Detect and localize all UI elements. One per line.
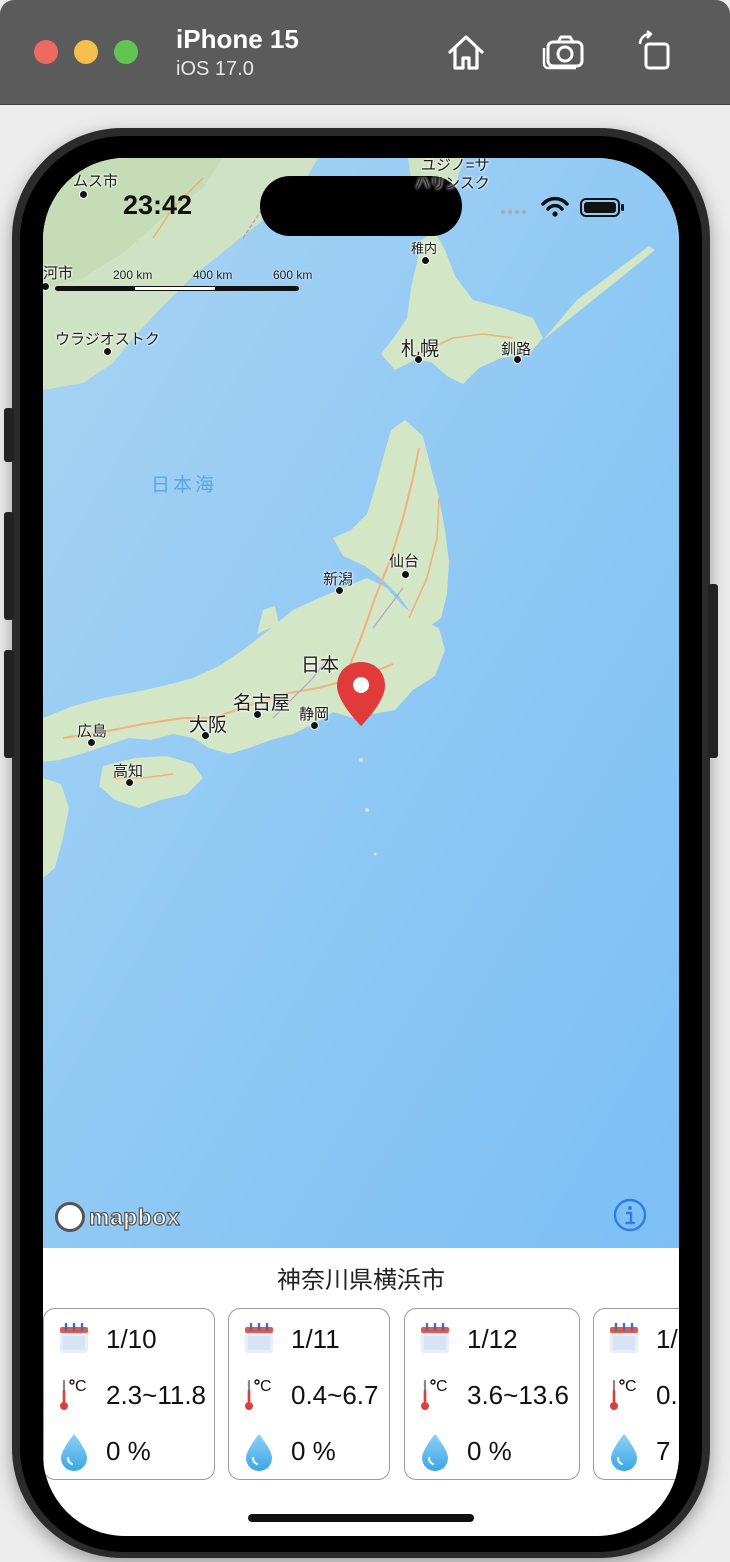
forecast-date: 1/12: [467, 1323, 518, 1354]
forecast-precipitation: 0 %: [106, 1435, 151, 1466]
city-dot: [253, 710, 262, 719]
thermometer-icon: C: [604, 1375, 644, 1415]
map-label-city: ムス市: [73, 173, 119, 190]
forecast-temperature: 0.4~6.7: [291, 1379, 379, 1410]
zoom-window-button[interactable]: [114, 40, 138, 64]
power-button[interactable]: [708, 584, 718, 758]
city-dot: [513, 355, 522, 364]
raindrop-icon: [604, 1431, 644, 1471]
raindrop-icon: [54, 1431, 94, 1471]
volume-down-button[interactable]: [4, 650, 14, 758]
mapbox-logo-text: mapbox: [88, 1203, 181, 1230]
minimize-window-button[interactable]: [74, 40, 98, 64]
battery-icon: [580, 198, 624, 217]
home-indicator[interactable]: [248, 1514, 474, 1522]
forecast-temperature: 3.6~13.6: [467, 1379, 569, 1410]
volume-up-button[interactable]: [4, 512, 14, 620]
thermometer-icon: C: [239, 1375, 279, 1415]
status-bar-icons: [499, 192, 629, 225]
scale-label-200: 200 km: [113, 268, 153, 282]
city-dot: [103, 347, 112, 356]
city-dot: [335, 586, 344, 595]
svg-text:C: C: [75, 1378, 87, 1395]
map-label-nagoya: 名古屋: [233, 693, 291, 714]
forecast-precipitation: 7: [656, 1435, 671, 1466]
forecast-panel: 神奈川県横浜市 1/10 C 2.3~11.8 0 % 1/11 C 0.4~6.7…: [43, 1248, 679, 1536]
close-window-button[interactable]: [34, 40, 58, 64]
city-dot: [125, 778, 134, 787]
thermometer-icon: C: [415, 1375, 455, 1415]
cellular-signal-icon: [501, 210, 526, 214]
forecast-card[interactable]: 1/1 C 0. 7: [593, 1308, 679, 1480]
forecast-card[interactable]: 1/10 C 2.3~11.8 0 %: [43, 1308, 215, 1480]
forecast-card[interactable]: 1/12 C 3.6~13.6 0 %: [404, 1308, 580, 1480]
city-dot: [414, 355, 423, 364]
calendar-icon: [604, 1319, 644, 1359]
simulator-title-bar: iPhone 15 iOS 17.0: [0, 0, 730, 105]
calendar-icon: [54, 1319, 94, 1359]
forecast-temperature: 0.: [656, 1379, 678, 1410]
map-label-wakkanai: 稚内: [411, 241, 438, 256]
home-icon[interactable]: [442, 28, 490, 76]
raindrop-icon: [239, 1431, 279, 1471]
svg-text:C: C: [260, 1378, 272, 1395]
map-label-vladivostok: ウラジオストク: [55, 331, 160, 348]
forecast-temperature: 2.3~11.8: [106, 1379, 207, 1410]
thermometer-icon: C: [54, 1375, 94, 1415]
map-view[interactable]: 23:42 200 km 400 km 600 km ムス市 ユジノ=サ ハリン…: [43, 158, 679, 1248]
location-title: 神奈川県横浜市: [277, 1267, 445, 1294]
map-label-japan: 日本: [301, 655, 340, 676]
status-bar-time: 23:42: [123, 190, 193, 220]
screenshot-icon[interactable]: [540, 28, 588, 76]
mapbox-logo-icon: [55, 1202, 85, 1232]
map-label-city: ハリンスク: [415, 175, 490, 192]
city-dot: [401, 570, 410, 579]
raindrop-icon: [415, 1431, 455, 1471]
svg-text:C: C: [436, 1378, 448, 1395]
rotate-icon[interactable]: [632, 28, 680, 76]
scale-label-600: 600 km: [273, 268, 313, 282]
scale-label-400: 400 km: [193, 268, 233, 282]
map-label-sendai: 仙台: [389, 553, 420, 570]
attribution-info-icon[interactable]: [613, 1198, 647, 1232]
wifi-icon: [541, 196, 569, 217]
forecast-card[interactable]: 1/11 C 0.4~6.7 0 %: [228, 1308, 390, 1480]
city-dot: [201, 731, 210, 740]
map-label-sea-of-japan: 日本海: [151, 475, 218, 496]
action-button[interactable]: [4, 408, 14, 462]
city-dot: [87, 738, 96, 747]
forecast-date: 1/11: [291, 1323, 340, 1354]
svg-text:C: C: [625, 1378, 637, 1395]
calendar-icon: [415, 1319, 455, 1359]
forecast-date: 1/1: [656, 1323, 679, 1354]
city-dot: [421, 256, 430, 265]
phone-screen: 23:42 200 km 400 km 600 km ムス市 ユジノ=サ ハリン…: [43, 158, 679, 1536]
forecast-precipitation: 0 %: [467, 1435, 512, 1466]
calendar-icon: [239, 1319, 279, 1359]
city-dot: [79, 190, 88, 199]
location-pin-icon[interactable]: [335, 660, 387, 728]
forecast-cards-scroll[interactable]: 1/10 C 2.3~11.8 0 % 1/11 C 0.4~6.7 0 % 1/1…: [43, 1308, 679, 1482]
forecast-date: 1/10: [106, 1323, 157, 1354]
device-os-version: iOS 17.0: [176, 58, 254, 80]
mapbox-logo[interactable]: mapbox: [55, 1200, 180, 1234]
device-name: iPhone 15: [176, 24, 299, 54]
map-scale-bar: [55, 286, 299, 291]
city-dot: [310, 721, 319, 730]
forecast-precipitation: 0 %: [291, 1435, 336, 1466]
map-label-city: 河市: [43, 265, 74, 282]
